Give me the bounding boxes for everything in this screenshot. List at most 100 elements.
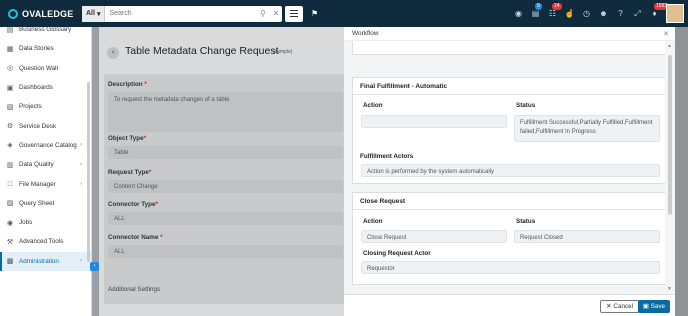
action-label: Action (363, 218, 383, 225)
chevron-right-icon: › (80, 258, 82, 265)
search-menu-button[interactable] (285, 5, 303, 22)
scroll-up-icon[interactable]: ▲ (667, 43, 672, 49)
governance-icon: ◈ (7, 142, 13, 150)
sidebar-item-label: Business Glossary (19, 27, 72, 34)
workflow-panel: Workflow ✕ Final Fulfillment - Automatic… (344, 27, 675, 316)
panel-body: Final Fulfillment - Automatic Action Sta… (344, 41, 665, 294)
closing-request-actor-label: Closing Request Actor (363, 250, 431, 257)
query-sheet-icon: ▨ (6, 200, 14, 208)
panel-header: Workflow ✕ (344, 27, 675, 41)
sidebar-collapse-button[interactable]: ‹ (90, 262, 99, 271)
sidebar-scrollbar[interactable] (87, 82, 90, 262)
status-label: Status (516, 102, 536, 109)
cancel-button-label: Cancel (613, 303, 633, 310)
scrollbar-thumb[interactable] (668, 55, 672, 215)
chevron-down-icon: ▾ (96, 10, 101, 18)
sidebar-item-label: Administration (19, 257, 59, 265)
search-icon[interactable]: ⚲ (256, 9, 270, 18)
file-manager-icon: □ (7, 180, 13, 188)
cart-badge: 14 (552, 3, 562, 10)
help-icon[interactable]: ? (615, 9, 626, 18)
sidebar-item-governance-catalog[interactable]: ◈ Governance Catalog › (0, 136, 91, 155)
connector-type-field[interactable]: ALL (108, 212, 343, 225)
close-request-section: Close Request Action Close Request Statu… (352, 192, 665, 285)
sidebar-item-question-wall[interactable]: ◎ Question Wall (0, 59, 91, 78)
expand-icon[interactable]: ⤢ (632, 9, 643, 19)
cancel-button[interactable]: ✕ Cancel (600, 300, 639, 313)
panel-title: Workflow (352, 30, 379, 37)
description-label: Description * (108, 81, 147, 88)
jobs-icon: ◉ (6, 219, 14, 227)
object-type-field[interactable]: Table (108, 146, 343, 159)
action-field[interactable]: Close Request (361, 230, 507, 243)
camera-icon[interactable]: ◉ (513, 9, 524, 18)
search-scope-dropdown[interactable]: All ▾ (82, 5, 106, 22)
thumbs-up-icon[interactable]: ☝ (564, 9, 575, 18)
sidebar-item-query-sheet[interactable]: ▨ Query Sheet (0, 194, 91, 213)
sidebar: ▤ Business Glossary ▦ Data Stories ◎ Question… (0, 27, 92, 316)
action-label: Action (363, 102, 383, 109)
status-label: Status (516, 218, 536, 225)
close-icon[interactable]: ✕ (270, 9, 282, 18)
sidebar-item-label: Governance Catalog (19, 141, 77, 149)
data-quality-icon: ▥ (6, 161, 14, 169)
top-navigation-bar: OVALEDGE All ▾ ⚲ ✕ ⚑ ◉ ▤9 ☷14 ☝ ◷ ☻ ? ⤢ … (0, 0, 688, 27)
sidebar-item-service-desk[interactable]: ⚙ Service Desk (0, 116, 91, 135)
additional-settings-toggle[interactable]: Additional Settings (108, 286, 160, 293)
fulfillment-actors-label: Fulfillment Actors (360, 153, 414, 160)
sidebar-item-data-quality[interactable]: ▥ Data Quality › (0, 155, 91, 174)
sidebar-item-label: Dashboards (19, 84, 53, 92)
request-type-field[interactable]: Content Change (108, 180, 343, 193)
request-type-label: Request Type* (108, 169, 152, 176)
connector-type-label: Connector Type* (108, 201, 158, 208)
sidebar-item-label: Projects (19, 103, 42, 111)
sidebar-item-advanced-tools[interactable]: ⚒ Advanced Tools (0, 232, 91, 251)
bell-icon[interactable]: ♦ 1593 (649, 3, 670, 18)
story-icon: ▦ (6, 45, 14, 53)
avatar[interactable] (666, 4, 684, 23)
chevron-right-icon: › (80, 181, 82, 188)
connector-name-label: Connector Name * (108, 234, 163, 241)
section-title: Final Fulfillment - Automatic (353, 78, 665, 95)
book-icon: ▤ (6, 27, 14, 34)
page-gutter (675, 27, 688, 316)
page-title: Table Metadata Change Request (125, 45, 279, 57)
status-field[interactable]: Request Closed (514, 230, 660, 243)
sidebar-item-business-glossary[interactable]: ▤ Business Glossary (0, 27, 91, 39)
clock-icon[interactable]: ◷ (581, 9, 592, 18)
sidebar-item-data-stories[interactable]: ▦ Data Stories (0, 39, 91, 58)
connector-name-field[interactable]: ALL (108, 245, 343, 258)
fulfillment-actors-field[interactable]: Action is performed by the system automa… (361, 164, 660, 177)
inbox-icon[interactable]: ▤ 9 (530, 3, 542, 18)
sidebar-item-administration[interactable]: ▩ Administration › (0, 251, 91, 272)
sidebar-item-jobs[interactable]: ◉ Jobs (0, 213, 91, 232)
request-form-page: ‹ Table Metadata Change Request (sample)… (99, 27, 344, 316)
logo[interactable]: OVALEDGE (0, 8, 82, 19)
scroll-down-icon[interactable]: ▼ (667, 286, 672, 292)
logo-icon (8, 8, 18, 19)
user-circle-icon[interactable]: ☻ (598, 9, 609, 18)
search-input[interactable] (105, 10, 256, 17)
action-field[interactable] (361, 115, 507, 128)
dashboard-icon: ▣ (6, 84, 14, 92)
close-icon[interactable]: ✕ (663, 30, 669, 38)
closing-request-actor-field[interactable]: Requestor (361, 261, 660, 274)
top-icon-group: ◉ ▤ 9 ☷ 14 ☝ ◷ ☻ ? ⤢ ♦ 1593 (513, 0, 670, 27)
panel-scrollbar[interactable]: ▲ ▼ (665, 41, 675, 294)
sidebar-item-label: Question Wall (19, 64, 58, 72)
object-type-label: Object Type* (108, 135, 147, 142)
back-arrow-icon[interactable]: ‹ (107, 47, 119, 59)
bookmark-icon[interactable]: ⚑ (311, 9, 318, 18)
save-button[interactable]: ▣ Save (637, 300, 670, 313)
tools-icon: ⚒ (6, 238, 14, 246)
projects-icon: ▧ (6, 103, 14, 111)
page-subtitle: (sample) (273, 49, 293, 55)
sidebar-item-label: Data Stories (19, 45, 54, 53)
sidebar-item-projects[interactable]: ▧ Projects (0, 97, 91, 116)
description-field[interactable]: To request the metadata changes of a tab… (108, 92, 343, 132)
cart-icon[interactable]: ☷ 14 (547, 3, 562, 18)
sidebar-item-file-manager[interactable]: □ File Manager › (0, 174, 91, 193)
sidebar-item-dashboards[interactable]: ▣ Dashboards (0, 78, 91, 97)
chevron-right-icon: › (80, 142, 82, 149)
status-field[interactable]: Fulfillment Successful,Partially Fulfill… (514, 115, 660, 142)
